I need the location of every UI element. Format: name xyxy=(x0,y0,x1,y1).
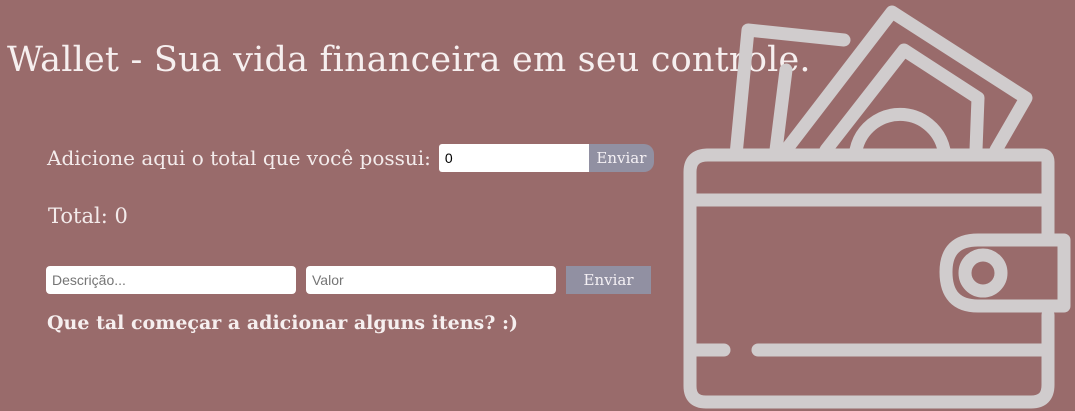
description-input[interactable] xyxy=(46,266,296,294)
wallet-icon xyxy=(683,5,1071,409)
send-item-button[interactable]: Enviar xyxy=(566,266,651,294)
total-input-label: Adicione aqui o total que você possui: xyxy=(47,146,431,170)
value-input[interactable] xyxy=(306,266,556,294)
empty-state-message: Que tal começar a adicionar alguns itens… xyxy=(47,312,518,334)
total-display: Total: 0 xyxy=(48,204,128,228)
total-amount-input[interactable] xyxy=(438,144,589,172)
send-total-button[interactable]: Enviar xyxy=(588,144,654,172)
total-form: Adicione aqui o total que você possui: E… xyxy=(47,144,654,172)
